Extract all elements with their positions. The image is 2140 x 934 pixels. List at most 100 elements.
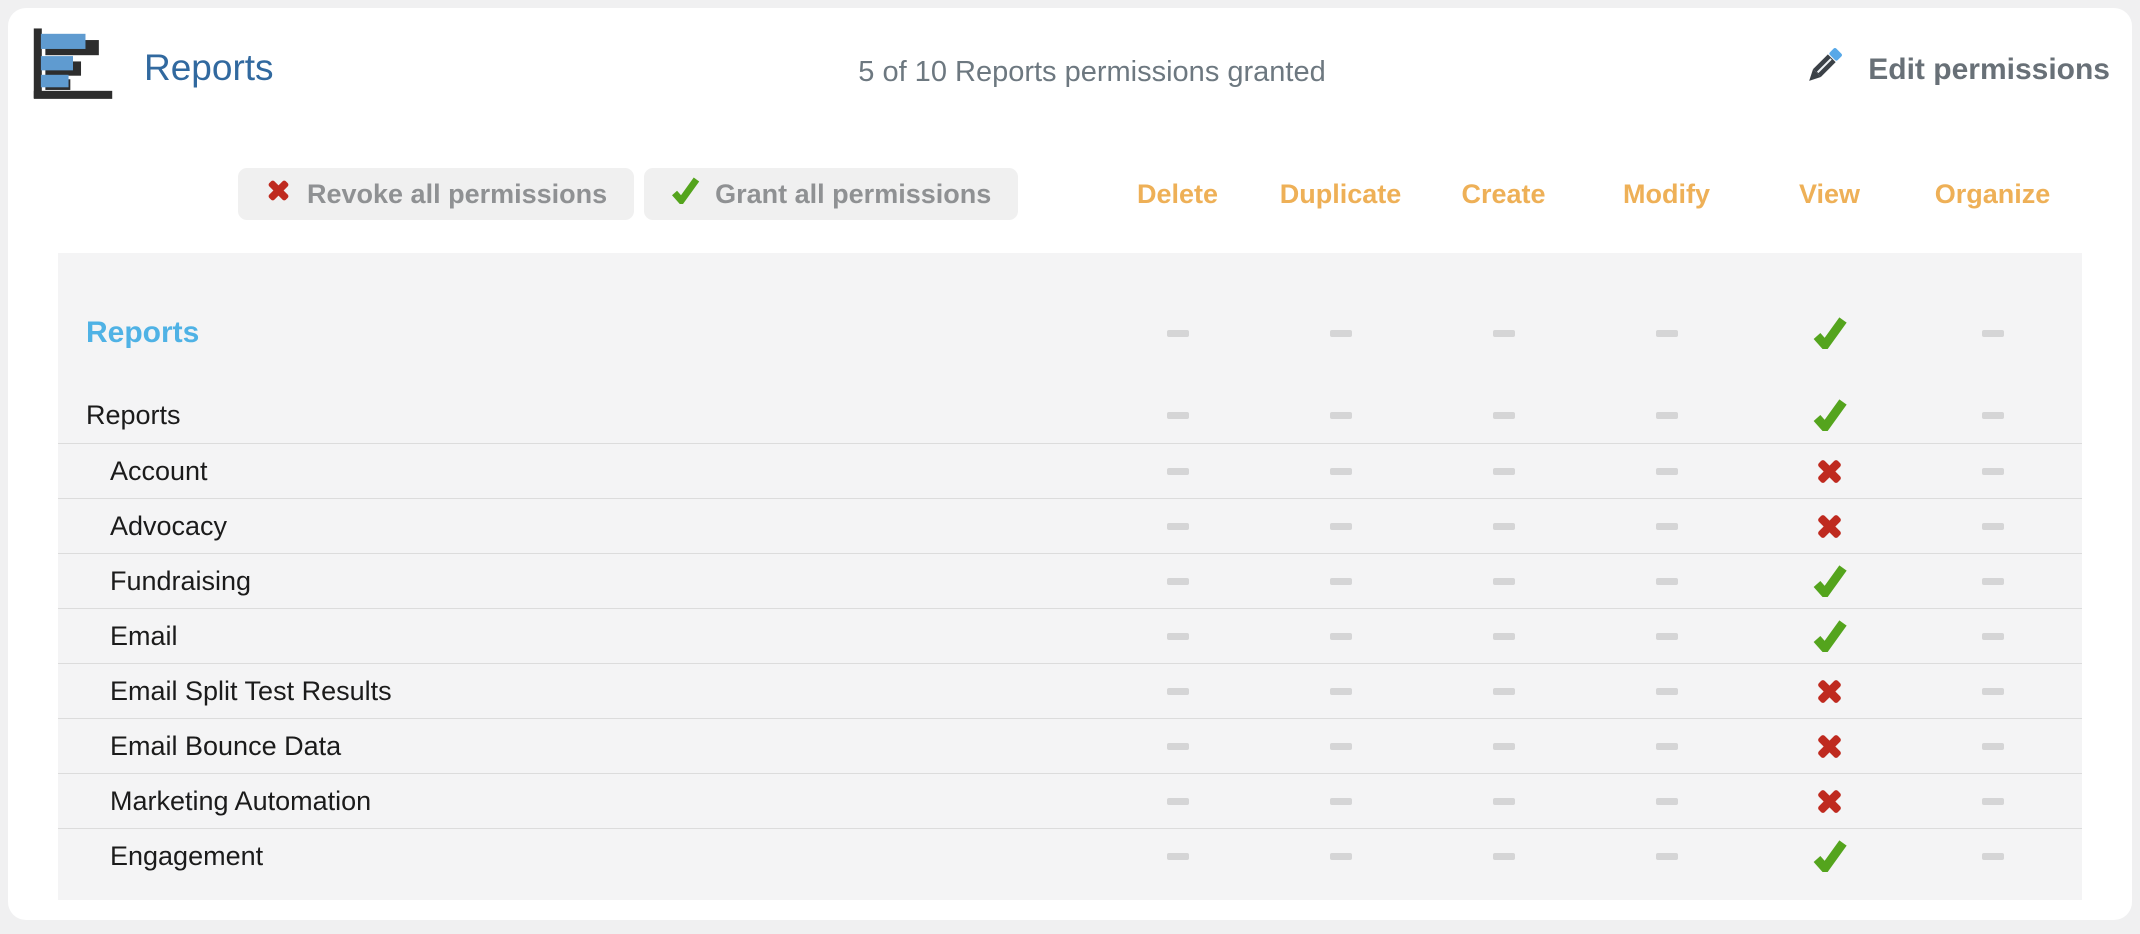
- check-icon: [1813, 840, 1847, 872]
- page-header: Reports: [32, 28, 274, 107]
- column-header-cell: View: [1748, 179, 1911, 210]
- dash-icon: [1167, 743, 1189, 750]
- dash-icon: [1330, 578, 1352, 585]
- permission-cell-view: [1748, 731, 1911, 762]
- cross-icon: [1814, 731, 1845, 762]
- check-icon: [1813, 317, 1847, 349]
- permission-cell-modify: [1585, 456, 1748, 487]
- row-label: Account: [58, 456, 1096, 487]
- row-label: Email Split Test Results: [58, 676, 1096, 707]
- table-row: Email: [58, 609, 2082, 664]
- section-header-row: Reports: [58, 305, 2082, 361]
- dash-icon: [1330, 853, 1352, 860]
- permission-cell-duplicate: [1259, 786, 1422, 817]
- permission-cell-duplicate: [1259, 840, 1422, 872]
- permission-cell-create: [1422, 399, 1585, 431]
- row-label: Marketing Automation: [58, 786, 1096, 817]
- permission-cell-view: [1748, 565, 1911, 597]
- dash-icon: [1167, 523, 1189, 530]
- permission-cell-view: [1748, 511, 1911, 542]
- permission-cell-view: [1748, 456, 1911, 487]
- column-header-view[interactable]: View: [1799, 179, 1860, 210]
- row-label: Engagement: [58, 841, 1096, 872]
- permission-cell-modify: [1585, 731, 1748, 762]
- dash-icon: [1656, 688, 1678, 695]
- dash-icon: [1493, 468, 1515, 475]
- pencil-icon: [1800, 42, 1848, 98]
- dash-icon: [1982, 853, 2004, 860]
- permission-cell-organize: [1911, 317, 2074, 349]
- row-label: Reports: [58, 316, 1096, 350]
- table-row: Account: [58, 444, 2082, 499]
- dash-icon: [1330, 330, 1352, 337]
- permission-cell-create: [1422, 731, 1585, 762]
- column-header-delete[interactable]: Delete: [1137, 179, 1218, 210]
- cross-icon: [1814, 511, 1845, 542]
- cross-icon: [1814, 786, 1845, 817]
- check-icon: [1813, 620, 1847, 652]
- permission-cell-modify: [1585, 511, 1748, 542]
- permission-cell-modify: [1585, 676, 1748, 707]
- permission-cell-modify: [1585, 565, 1748, 597]
- dash-icon: [1493, 330, 1515, 337]
- permission-cell-modify: [1585, 840, 1748, 872]
- permission-cell-delete: [1096, 399, 1259, 431]
- table-row: Email Bounce Data: [58, 719, 2082, 774]
- permission-cell-delete: [1096, 676, 1259, 707]
- dash-icon: [1656, 633, 1678, 640]
- row-label: Email: [58, 621, 1096, 652]
- permission-cell-delete: [1096, 731, 1259, 762]
- column-header-cell: Create: [1422, 179, 1585, 210]
- permission-cell-delete: [1096, 317, 1259, 349]
- bar-chart-icon: [32, 28, 114, 107]
- permission-cell-modify: [1585, 317, 1748, 349]
- permission-cell-view: [1748, 399, 1911, 431]
- dash-icon: [1167, 412, 1189, 419]
- edit-permissions-button[interactable]: Edit permissions: [1800, 42, 2110, 98]
- permission-cell-create: [1422, 565, 1585, 597]
- row-label: Fundraising: [58, 566, 1096, 597]
- dash-icon: [1656, 523, 1678, 530]
- permission-cell-create: [1422, 786, 1585, 817]
- permission-cell-delete: [1096, 565, 1259, 597]
- dash-icon: [1167, 330, 1189, 337]
- column-header-duplicate[interactable]: Duplicate: [1280, 179, 1402, 210]
- permission-cell-duplicate: [1259, 565, 1422, 597]
- permission-cell-delete: [1096, 456, 1259, 487]
- dash-icon: [1982, 412, 2004, 419]
- permission-cell-organize: [1911, 399, 2074, 431]
- permission-cell-modify: [1585, 786, 1748, 817]
- permission-cell-organize: [1911, 456, 2074, 487]
- permission-cell-organize: [1911, 731, 2074, 762]
- check-icon: [1813, 565, 1847, 597]
- permission-cell-create: [1422, 511, 1585, 542]
- column-header-create[interactable]: Create: [1461, 179, 1545, 210]
- dash-icon: [1982, 468, 2004, 475]
- permission-cell-create: [1422, 456, 1585, 487]
- dash-icon: [1656, 798, 1678, 805]
- column-header-cell: Modify: [1585, 179, 1748, 210]
- permission-cell-organize: [1911, 620, 2074, 652]
- dash-icon: [1982, 688, 2004, 695]
- dash-icon: [1167, 468, 1189, 475]
- dash-icon: [1167, 853, 1189, 860]
- dash-icon: [1493, 688, 1515, 695]
- table-row: Marketing Automation: [58, 774, 2082, 829]
- dash-icon: [1493, 578, 1515, 585]
- permission-cell-modify: [1585, 620, 1748, 652]
- dash-icon: [1330, 523, 1352, 530]
- table-row: Fundraising: [58, 554, 2082, 609]
- dash-icon: [1493, 853, 1515, 860]
- column-header-organize[interactable]: Organize: [1935, 179, 2051, 210]
- permission-cell-organize: [1911, 840, 2074, 872]
- dash-icon: [1167, 688, 1189, 695]
- permission-cell-create: [1422, 620, 1585, 652]
- permission-cell-duplicate: [1259, 317, 1422, 349]
- permission-cell-organize: [1911, 676, 2074, 707]
- dash-icon: [1493, 412, 1515, 419]
- permission-cell-organize: [1911, 565, 2074, 597]
- column-header-modify[interactable]: Modify: [1623, 179, 1710, 210]
- dash-icon: [1493, 798, 1515, 805]
- permission-cell-duplicate: [1259, 399, 1422, 431]
- permission-cell-view: [1748, 840, 1911, 872]
